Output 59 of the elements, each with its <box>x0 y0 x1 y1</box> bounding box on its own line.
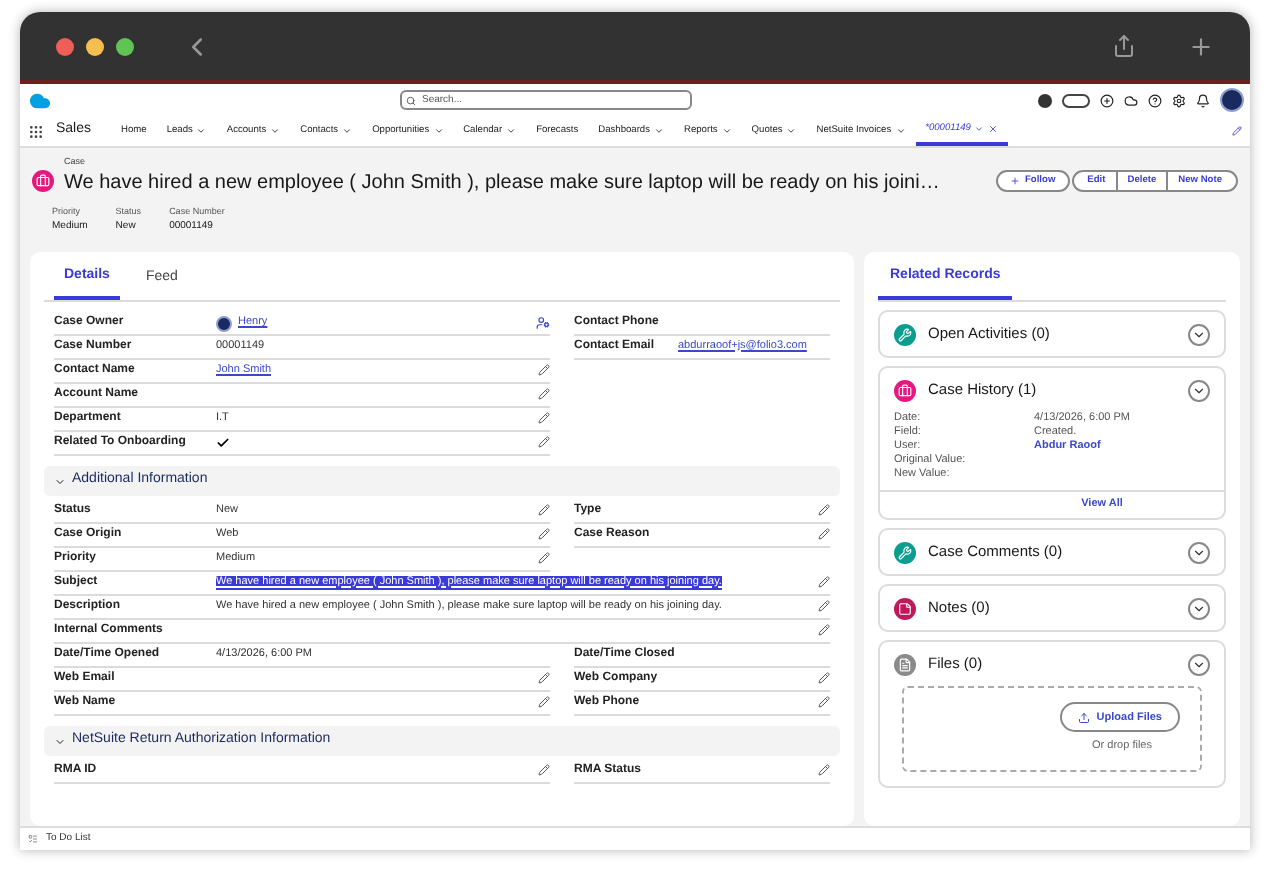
cloud-icon[interactable] <box>1124 93 1138 107</box>
chevron-icon[interactable] <box>54 475 66 487</box>
favorites-icon[interactable] <box>1062 93 1090 107</box>
settings-icon[interactable] <box>1172 93 1186 107</box>
help-icon[interactable] <box>1148 93 1162 107</box>
chevron-icon[interactable] <box>974 124 985 134</box>
edit-icon[interactable] <box>818 623 830 635</box>
chevron-icon[interactable] <box>270 126 281 136</box>
cloud-logo-icon <box>26 89 54 111</box>
share-icon[interactable] <box>1112 34 1136 58</box>
edit-icon[interactable] <box>538 695 550 707</box>
zoom-window-icon[interactable] <box>116 37 134 55</box>
edit-icon[interactable] <box>818 671 830 683</box>
case-icon <box>32 170 54 193</box>
search-icon <box>406 95 416 105</box>
chevron-icon[interactable] <box>721 126 732 136</box>
edit-icon[interactable] <box>818 527 830 539</box>
avatar-icon <box>216 315 232 331</box>
edit-nav-icon[interactable] <box>1232 126 1242 136</box>
record-title: We have hired a new employee ( John Smith ), please make sure laptop will be ready on his joini… <box>64 169 942 196</box>
chevron-icon[interactable] <box>895 126 906 136</box>
avatar-icon[interactable] <box>1220 88 1244 112</box>
dropdown-icon[interactable] <box>1188 379 1210 401</box>
edit-icon[interactable] <box>818 695 830 707</box>
edit-icon[interactable] <box>538 671 550 683</box>
edit-icon[interactable] <box>538 503 550 515</box>
add-icon[interactable] <box>1100 93 1114 107</box>
edit-icon[interactable] <box>538 527 550 539</box>
new-tab-icon[interactable] <box>1188 33 1214 59</box>
chevron-icon[interactable] <box>506 126 517 136</box>
edit-icon[interactable] <box>818 763 830 775</box>
chevron-icon[interactable] <box>54 735 66 747</box>
app-launcher-icon[interactable] <box>28 123 44 139</box>
edit-icon[interactable] <box>538 411 550 423</box>
assistant-icon[interactable] <box>1038 93 1052 107</box>
notifications-icon[interactable] <box>1196 93 1210 107</box>
chevron-icon[interactable] <box>433 126 444 136</box>
close-window-icon[interactable] <box>56 37 74 55</box>
chevron-icon[interactable] <box>654 126 664 136</box>
edit-icon[interactable] <box>538 387 550 399</box>
edit-icon[interactable] <box>818 599 830 611</box>
dropdown-icon[interactable] <box>1188 323 1210 345</box>
plus-icon <box>1010 175 1021 186</box>
edit-icon[interactable] <box>538 551 550 563</box>
edit-icon[interactable] <box>538 763 550 775</box>
edit-icon[interactable] <box>538 435 550 447</box>
dropdown-icon[interactable] <box>1188 597 1210 619</box>
dropdown-icon[interactable] <box>1188 541 1210 563</box>
chevron-icon[interactable] <box>196 126 207 136</box>
change-owner-icon[interactable] <box>536 316 550 330</box>
edit-icon[interactable] <box>538 363 550 375</box>
upload-icon <box>1078 711 1091 724</box>
minimize-window-icon[interactable] <box>86 37 104 55</box>
edit-icon[interactable] <box>818 503 830 515</box>
list-icon[interactable] <box>28 834 38 844</box>
dropdown-icon[interactable] <box>1188 653 1210 675</box>
chevron-icon[interactable] <box>786 126 797 136</box>
chevron-icon[interactable] <box>342 126 353 136</box>
edit-icon[interactable] <box>818 575 830 587</box>
